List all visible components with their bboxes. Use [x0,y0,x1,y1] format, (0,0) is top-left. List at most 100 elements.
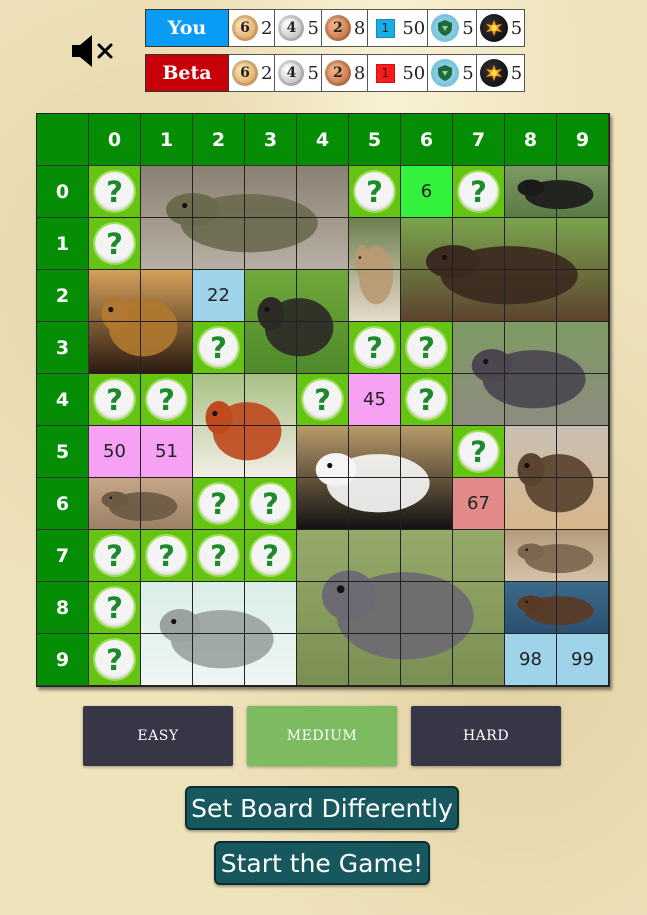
mystery-cell[interactable]: ? [193,530,245,582]
player-name: Beta [145,54,229,92]
mystery-cell[interactable]: ? [245,530,297,582]
mute-button[interactable] [70,32,116,70]
flag-icon: 1 [371,60,399,86]
shield-count: 5 [428,9,477,47]
shield-icon [431,14,460,42]
mystery-cell[interactable]: ? [89,218,141,270]
game-board: 0 1 2 3 4 5 6 7 8 9 0 1 2 3 4 5 6 7 8 9?? 6?? 22?????? 45? 50 51… [36,113,610,687]
board-cell [89,322,141,374]
mystery-cell[interactable]: ? [141,374,193,426]
board-cell [557,530,609,582]
board-cell [401,270,453,322]
question-mark-icon: ? [459,172,498,211]
row-header: 4 [37,374,89,426]
number-cell: 99 [557,634,609,686]
difficulty-hard-button[interactable]: HARD [411,706,561,766]
gold-coin-count: 6 2 [229,54,276,92]
column-header: 8 [505,114,557,166]
mystery-cell[interactable]: ? [193,322,245,374]
difficulty-easy-button[interactable]: EASY [83,706,233,766]
board-cell [297,322,349,374]
start-game-button[interactable]: Start the Game! [214,841,430,885]
board-cell [453,374,505,426]
board-cell [297,270,349,322]
question-mark-icon: ? [407,328,446,367]
mystery-cell[interactable]: ? [89,634,141,686]
player-name: You [145,9,229,47]
question-mark-icon: ? [95,224,134,263]
mystery-cell[interactable]: ? [453,166,505,218]
row-header: 7 [37,530,89,582]
mystery-cell[interactable]: ? [349,166,401,218]
set-board-button[interactable]: Set Board Differently [185,786,459,830]
board-cell [401,218,453,270]
board-cell [557,582,609,634]
question-mark-icon: ? [459,432,498,471]
question-mark-icon: ? [147,536,186,575]
mystery-cell[interactable]: ? [401,322,453,374]
question-mark-icon: ? [251,536,290,575]
board-cell [245,166,297,218]
row-header: 8 [37,582,89,634]
board-cell [141,270,193,322]
board-cell [401,478,453,530]
board-cell [557,218,609,270]
board-cell [245,426,297,478]
mystery-cell[interactable]: ? [193,478,245,530]
mystery-cell[interactable]: ? [89,582,141,634]
board-cell [505,582,557,634]
mystery-cell[interactable]: ? [89,166,141,218]
question-mark-icon: ? [199,536,238,575]
number-cell: 50 [89,426,141,478]
board-cell [297,166,349,218]
mystery-cell[interactable]: ? [297,374,349,426]
board-cell [141,634,193,686]
row-header: 5 [37,426,89,478]
board-cell [453,530,505,582]
board-cell [193,634,245,686]
silver-coin-count: 4 5 [275,9,322,47]
board-cell [505,166,557,218]
mystery-cell[interactable]: ? [349,322,401,374]
mystery-cell[interactable]: ? [89,530,141,582]
board-cell [453,270,505,322]
question-mark-icon: ? [355,172,394,211]
column-header: 4 [297,114,349,166]
board-cell [89,478,141,530]
board-cell [453,582,505,634]
board-cell [349,426,401,478]
bomb-count: 5 [476,54,526,92]
question-mark-icon: ? [303,380,342,419]
row-header: 1 [37,218,89,270]
board-cell [141,218,193,270]
question-mark-icon: ? [95,536,134,575]
mystery-cell[interactable]: ? [453,426,505,478]
row-header: 6 [37,478,89,530]
bomb-icon [479,14,508,42]
column-header: 3 [245,114,297,166]
question-mark-icon: ? [199,328,238,367]
board-cell [349,634,401,686]
difficulty-medium-button[interactable]: MEDIUM [247,706,397,766]
shield-count: 5 [428,54,477,92]
board-cell [297,634,349,686]
number-cell: 67 [453,478,505,530]
question-mark-icon: ? [355,328,394,367]
mystery-cell[interactable]: ? [89,374,141,426]
mystery-cell[interactable]: ? [245,478,297,530]
board-cell [245,322,297,374]
bronze-coin-icon: 2 [324,15,351,41]
board-cell [193,426,245,478]
mystery-cell[interactable]: ? [141,530,193,582]
flag-icon: 1 [371,15,399,41]
board-cell [297,530,349,582]
question-mark-icon: ? [199,484,238,523]
mystery-cell[interactable]: ? [401,374,453,426]
board-cell [245,270,297,322]
board-cell [193,582,245,634]
board-cell [401,426,453,478]
question-mark-icon: ? [95,640,134,679]
board-cell [557,322,609,374]
board-cell [297,582,349,634]
board-cell [89,270,141,322]
